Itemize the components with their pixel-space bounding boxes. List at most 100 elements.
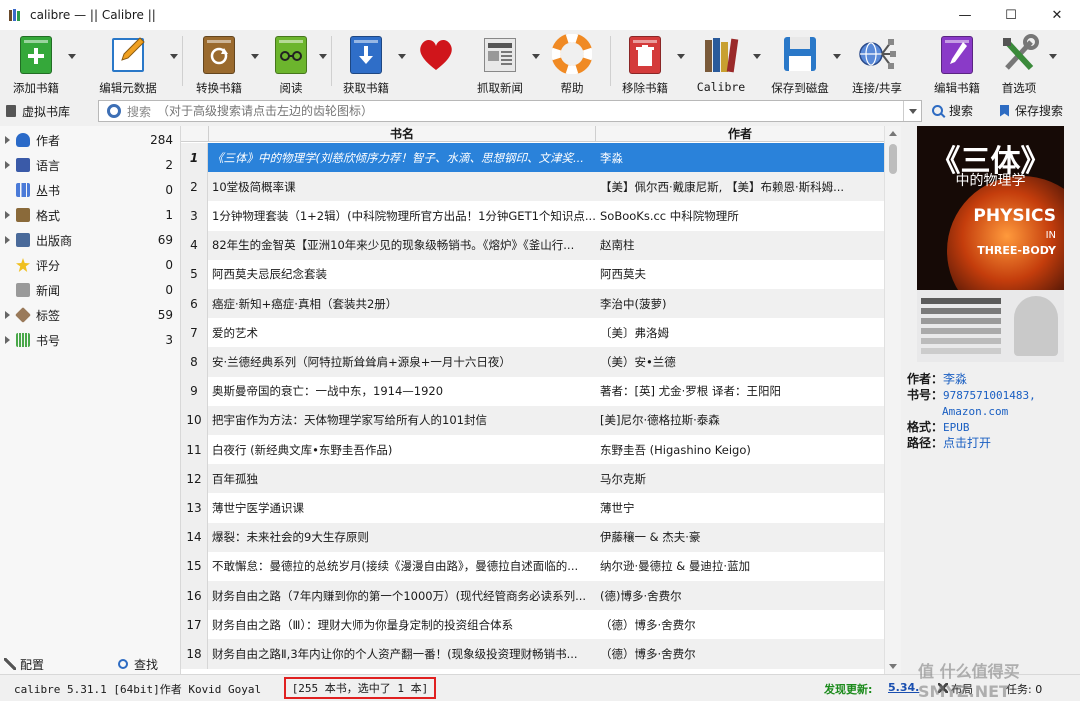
author-link[interactable]: 李淼 [943, 372, 967, 386]
table-row[interactable]: 14 爆裂：未来社会的9大生存原则 伊藤穰一 & 杰夫·豪 [181, 522, 884, 552]
book-author-cell[interactable]: 李治中(菠萝) [596, 296, 884, 312]
category-rating[interactable]: 评分 0 [0, 253, 181, 277]
configure-button[interactable]: 配置 [4, 656, 44, 673]
book-author-cell[interactable]: 马尔克斯 [596, 471, 884, 487]
chevron-down-icon[interactable] [319, 54, 327, 59]
table-row[interactable]: 18 财务自由之路Ⅱ,3年内让你的个人资产翻一番！(现象级投资理财畅销书... （德… [181, 639, 884, 669]
expand-arrow-icon[interactable] [5, 336, 10, 344]
category-authors[interactable]: 作者 284 [0, 128, 181, 152]
book-title-cell[interactable]: 财务自由之路Ⅱ,3年内让你的个人资产翻一番！(现象级投资理财畅销书... [208, 646, 596, 662]
book-title-cell[interactable]: 财务自由之路（7年内赚到你的第一个1000万）(现代经管商务必读系列... [208, 588, 596, 604]
chevron-down-icon[interactable] [68, 54, 76, 59]
path-link[interactable]: 点击打开 [943, 436, 991, 450]
book-author-cell[interactable]: 〔美〕弗洛姆 [596, 325, 884, 341]
find-button[interactable]: 查找 [118, 656, 158, 673]
table-row[interactable]: 10 把宇宙作为方法：天体物理学家写给所有人的101封信 [美]尼尔·德格拉斯·泰森 [181, 405, 884, 435]
category-series[interactable]: 丛书 0 [0, 178, 181, 202]
category-publishers[interactable]: 出版商 69 [0, 228, 181, 252]
book-title-cell[interactable]: 癌症·新知+癌症·真相（套装共2册） [208, 296, 596, 312]
book-title-cell[interactable]: 10堂极简概率课 [208, 179, 596, 195]
table-row[interactable]: 6 癌症·新知+癌症·真相（套装共2册） 李治中(菠萝) [181, 289, 884, 319]
book-author-cell[interactable]: 著者：[英] 尤金·罗根 译者：王阳阳 [596, 383, 884, 399]
book-author-cell[interactable]: 薄世宁 [596, 500, 884, 516]
table-row[interactable]: 13 薄世宁医学通识课 薄世宁 [181, 493, 884, 523]
book-author-cell[interactable]: (德)博多·舍费尔 [596, 588, 884, 604]
calibre-library-button[interactable]: Calibre [689, 30, 761, 96]
amazon-link[interactable]: Amazon.com [942, 405, 1008, 418]
expand-arrow-icon[interactable] [5, 136, 10, 144]
search-input[interactable] [157, 104, 903, 118]
add-books-button[interactable]: 添加书籍 [4, 30, 76, 96]
remove-books-button[interactable]: 移除书籍 [611, 30, 685, 96]
layout-button[interactable]: 布局 [938, 681, 973, 697]
chevron-down-icon[interactable] [1049, 54, 1057, 59]
chevron-down-icon[interactable] [677, 54, 685, 59]
save-to-disk-button[interactable]: 保存到磁盘 [765, 30, 841, 96]
book-title-cell[interactable]: 1分钟物理套装（1+2辑）(中科院物理所官方出品！1分钟GET1个知识点... [208, 208, 596, 224]
category-news[interactable]: 新闻 0 [0, 278, 181, 302]
get-books-button[interactable]: 获取书籍 [332, 30, 406, 96]
table-row[interactable]: 3 1分钟物理套装（1+2辑）(中科院物理所官方出品！1分钟GET1个知识点...… [181, 201, 884, 231]
book-author-cell[interactable]: 伊藤穰一 & 杰夫·豪 [596, 529, 884, 545]
isbn-link[interactable]: 9787571001483, [943, 389, 1036, 402]
book-author-cell[interactable]: （德）博多·舍费尔 [596, 617, 884, 633]
table-row[interactable]: 8 安·兰德经典系列（阿特拉斯耸耸肩+源泉+一月十六日夜） （美）安•兰德 [181, 347, 884, 377]
expand-arrow-icon[interactable] [5, 236, 10, 244]
table-row[interactable]: 15 不敢懈怠：曼德拉的总统岁月(接续《漫漫自由路》，曼德拉自述面临的... 纳尔逊… [181, 551, 884, 581]
book-title-cell[interactable]: 不敢懈怠：曼德拉的总统岁月(接续《漫漫自由路》，曼德拉自述面临的... [208, 558, 596, 574]
table-row[interactable]: 16 财务自由之路（7年内赚到你的第一个1000万）(现代经管商务必读系列...(… [181, 581, 884, 611]
gear-icon[interactable] [107, 104, 121, 118]
edit-metadata-button[interactable]: 编辑元数据 [84, 30, 178, 96]
table-row[interactable]: 7 爱的艺术 〔美〕弗洛姆 [181, 318, 884, 348]
format-link[interactable]: EPUB [943, 421, 970, 434]
column-header-author[interactable]: 作者 [596, 126, 884, 142]
connect-share-button[interactable]: 连接/共享 [845, 30, 909, 96]
edit-book-button[interactable]: 编辑书籍 [927, 30, 987, 96]
category-formats[interactable]: 格式 1 [0, 203, 181, 227]
book-author-cell[interactable]: （德）博多·舍费尔 [596, 646, 884, 662]
book-author-cell[interactable]: 阿西莫夫 [596, 266, 884, 282]
book-author-cell[interactable]: 赵南柱 [596, 237, 884, 253]
book-title-cell[interactable]: 把宇宙作为方法：天体物理学家写给所有人的101封信 [208, 412, 596, 428]
book-title-cell[interactable]: 《三体》中的物理学(刘慈欣倾序力荐！智子、水滴、思想钢印、文津奖... [208, 143, 596, 173]
chevron-down-icon[interactable] [532, 54, 540, 59]
book-title-cell[interactable]: 财务自由之路（Ⅲ）：理财大师为你量身定制的投资组合体系 [208, 617, 596, 633]
table-row[interactable]: 4 82年生的金智英【亚洲10年来少见的现象级畅销书。《熔炉》《釜山行... 赵南柱 [181, 230, 884, 260]
search-button[interactable]: 搜索 [932, 102, 973, 119]
book-title-cell[interactable]: 阿西莫夫忌辰纪念套装 [208, 266, 596, 282]
expand-arrow-icon[interactable] [5, 161, 10, 169]
expand-arrow-icon[interactable] [5, 311, 10, 319]
fetch-news-button[interactable]: 抓取新闻 [466, 30, 540, 96]
close-button[interactable]: ✕ [1034, 0, 1080, 30]
table-row[interactable]: 2 10堂极简概率课 【美】佩尔西·戴康尼斯, 【美】布赖恩·斯科姆... [181, 172, 884, 202]
virtual-library-button[interactable]: 虚拟书库 [6, 103, 90, 120]
category-languages[interactable]: 语言 2 [0, 153, 181, 177]
book-author-cell[interactable]: 李淼 [596, 143, 884, 173]
column-header-title[interactable]: 书名 [208, 126, 596, 142]
book-title-cell[interactable]: 爱的艺术 [208, 325, 596, 341]
scroll-down-icon[interactable] [889, 664, 897, 669]
table-row[interactable]: 12 百年孤独 马尔克斯 [181, 464, 884, 494]
book-author-cell[interactable]: 东野圭吾 (Higashino Keigo) [596, 442, 884, 458]
search-history-dropdown[interactable] [903, 101, 921, 121]
scroll-up-icon[interactable] [889, 131, 897, 136]
chevron-down-icon[interactable] [833, 54, 841, 59]
expand-arrow-icon[interactable] [5, 211, 10, 219]
category-tags[interactable]: 标签 59 [0, 303, 181, 327]
chevron-down-icon[interactable] [398, 54, 406, 59]
book-title-cell[interactable]: 82年生的金智英【亚洲10年来少见的现象级畅销书。《熔炉》《釜山行... [208, 237, 596, 253]
table-row[interactable]: 5 阿西莫夫忌辰纪念套装 阿西莫夫 [181, 259, 884, 289]
book-title-cell[interactable]: 安·兰德经典系列（阿特拉斯耸耸肩+源泉+一月十六日夜） [208, 354, 596, 370]
book-title-cell[interactable]: 白夜行 (新经典文库•东野圭吾作品) [208, 442, 596, 458]
maximize-button[interactable]: ☐ [988, 0, 1034, 30]
chevron-down-icon[interactable] [753, 54, 761, 59]
vertical-scrollbar[interactable] [884, 126, 901, 674]
donate-heart-button[interactable] [410, 30, 462, 96]
preferences-button[interactable]: 首选项 [993, 30, 1057, 96]
jobs-indicator[interactable]: 任务: 0 [1006, 681, 1042, 697]
table-row[interactable]: 11 白夜行 (新经典文库•东野圭吾作品) 东野圭吾 (Higashino Keig… [181, 435, 884, 465]
book-title-cell[interactable]: 奥斯曼帝国的衰亡：一战中东，1914—1920 [208, 383, 596, 399]
category-identifiers[interactable]: 书号 3 [0, 328, 181, 352]
book-title-cell[interactable]: 薄世宁医学通识课 [208, 500, 596, 516]
view-button[interactable]: 阅读 [261, 30, 327, 96]
